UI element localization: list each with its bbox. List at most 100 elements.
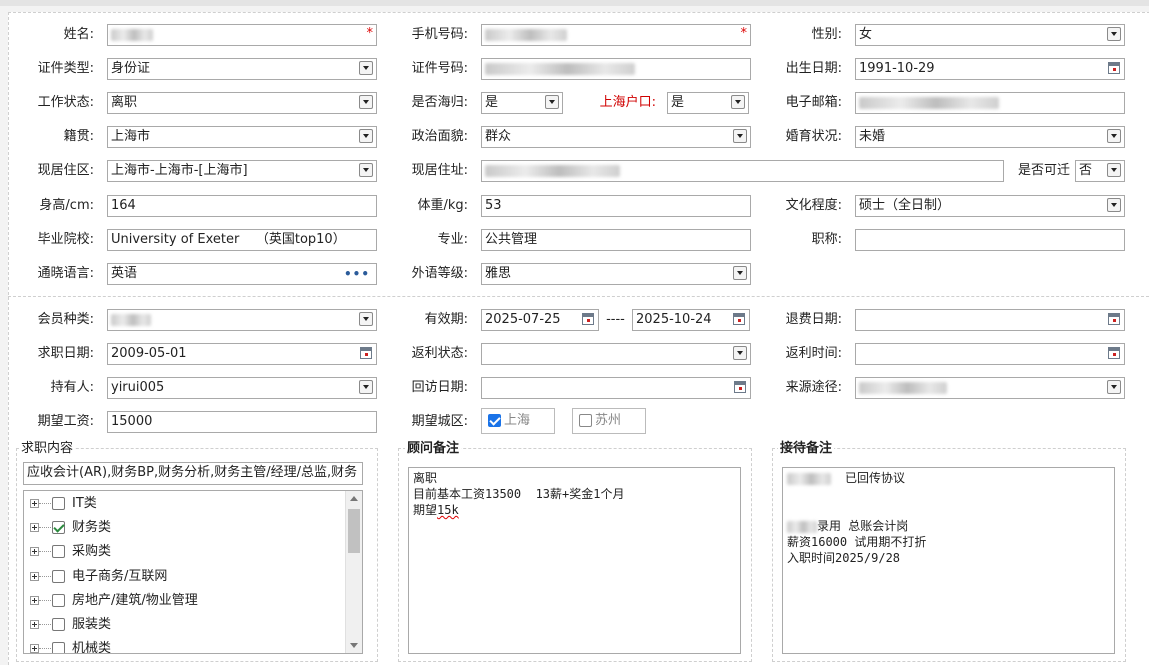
chevron-down-icon[interactable]: [359, 380, 373, 394]
education-label: 文化程度:: [785, 198, 842, 213]
expected-salary-field[interactable]: 15000: [107, 411, 377, 433]
valid-start-field[interactable]: 2025-07-25: [481, 309, 599, 331]
holder-select[interactable]: yirui005: [107, 377, 377, 399]
residence-area-select[interactable]: 上海市-上海市-[上海市]: [107, 160, 377, 182]
chevron-down-icon[interactable]: [1107, 198, 1121, 212]
chevron-down-icon[interactable]: [359, 61, 373, 75]
scroll-thumb[interactable]: [348, 509, 360, 553]
languages-field[interactable]: 英语 •••: [107, 263, 377, 285]
scroll-up-icon[interactable]: [350, 496, 358, 501]
reception-note-textarea[interactable]: 已回传协议 录用 总账会计岗 薪资16000 试用期不打折 入职时间2025/9/2…: [782, 467, 1115, 654]
returnee-select[interactable]: 是: [481, 92, 563, 114]
chevron-down-icon[interactable]: [359, 95, 373, 109]
relocate-select[interactable]: 否: [1075, 160, 1125, 182]
expand-icon[interactable]: [30, 523, 39, 532]
checkbox-icon[interactable]: [579, 414, 592, 427]
member-type-select[interactable]: [107, 309, 377, 331]
refund-date-field[interactable]: [855, 309, 1125, 331]
gender-select[interactable]: 女: [855, 24, 1125, 46]
source-select[interactable]: [855, 377, 1125, 399]
political-status-select[interactable]: 群众: [481, 126, 751, 148]
city-option-shanghai[interactable]: 上海: [481, 408, 555, 434]
job-category-tree[interactable]: IT类 财务类 采购类 电子商务/互联网 房地产/建筑/物业管理 服装类 机械类: [23, 490, 363, 654]
holder-label: 持有人:: [50, 380, 94, 395]
school-field[interactable]: University of Exeter （英国top10）: [107, 229, 377, 251]
chevron-down-icon[interactable]: [359, 163, 373, 177]
checkbox-icon[interactable]: [52, 618, 65, 631]
birth-date-field[interactable]: 1991-10-29: [855, 58, 1125, 80]
tree-scrollbar[interactable]: [345, 491, 362, 653]
checkbox-checked-icon[interactable]: [488, 414, 501, 427]
work-status-select[interactable]: 离职: [107, 92, 377, 114]
calendar-icon[interactable]: [1108, 313, 1120, 325]
id-type-label: 证件类型:: [37, 61, 94, 76]
email-field[interactable]: [855, 92, 1125, 114]
weight-field[interactable]: 53: [481, 195, 751, 217]
calendar-icon[interactable]: [1108, 347, 1120, 359]
checkbox-icon[interactable]: [52, 497, 65, 510]
language-level-select[interactable]: 雅思: [481, 263, 751, 285]
chevron-down-icon[interactable]: [731, 95, 745, 109]
calendar-icon[interactable]: [733, 313, 745, 325]
school-value: University of Exeter （英国top10）: [111, 232, 346, 247]
tree-item-label: 服装类: [72, 617, 112, 632]
id-type-select[interactable]: 身份证: [107, 58, 377, 80]
chevron-down-icon[interactable]: [359, 312, 373, 326]
holder-value: yirui005: [111, 380, 165, 395]
city-option-suzhou[interactable]: 苏州: [572, 408, 646, 434]
rebate-status-select[interactable]: [481, 343, 751, 365]
expand-icon[interactable]: [30, 596, 39, 605]
checkbox-icon[interactable]: [52, 642, 65, 653]
major-field[interactable]: 公共管理: [481, 229, 751, 251]
expand-icon[interactable]: [30, 547, 39, 556]
calendar-icon[interactable]: [582, 313, 594, 325]
title-field[interactable]: [855, 229, 1125, 251]
native-place-select[interactable]: 上海市: [107, 126, 377, 148]
reception-redacted: [787, 520, 817, 533]
address-field[interactable]: [481, 160, 1004, 182]
chevron-down-icon[interactable]: [1107, 27, 1121, 41]
calendar-icon[interactable]: [1108, 62, 1120, 74]
scroll-down-icon[interactable]: [350, 643, 358, 648]
rebate-time-field[interactable]: [855, 343, 1125, 365]
name-field[interactable]: *: [107, 24, 377, 46]
chevron-down-icon[interactable]: [733, 266, 747, 280]
chevron-down-icon[interactable]: [733, 346, 747, 360]
education-select[interactable]: 硕士（全日制）: [855, 195, 1125, 217]
checkbox-icon[interactable]: [52, 570, 65, 583]
reception-note-line: 录用 总账会计岗: [787, 518, 1110, 534]
chevron-down-icon[interactable]: [1107, 129, 1121, 143]
more-icon[interactable]: •••: [344, 264, 370, 284]
expand-icon[interactable]: [30, 620, 39, 629]
expand-icon[interactable]: [30, 644, 39, 653]
reception-note-line: 薪资16000 试用期不打折: [787, 535, 927, 549]
chevron-down-icon[interactable]: [359, 129, 373, 143]
valid-end-field[interactable]: 2025-10-24: [632, 309, 750, 331]
languages-value: 英语: [111, 266, 138, 281]
chevron-down-icon[interactable]: [545, 95, 559, 109]
advisor-note-textarea[interactable]: 离职 目前基本工资13500 13薪+奖金1个月 期望15k: [408, 467, 741, 654]
expand-icon[interactable]: [30, 499, 39, 508]
expected-salary-label: 期望工资:: [37, 414, 94, 429]
advisor-note-line: 期望15k: [413, 502, 736, 518]
checkbox-icon[interactable]: [52, 594, 65, 607]
checkbox-icon[interactable]: [52, 545, 65, 558]
phone-field[interactable]: *: [481, 24, 751, 46]
work-status-label: 工作状态:: [37, 95, 94, 110]
address-label: 现居住址:: [411, 163, 468, 178]
chevron-down-icon[interactable]: [1107, 163, 1121, 177]
calendar-icon[interactable]: [360, 347, 372, 359]
checkbox-checked-icon[interactable]: [52, 521, 65, 534]
height-field[interactable]: 164: [107, 195, 377, 217]
marital-status-select[interactable]: 未婚: [855, 126, 1125, 148]
political-status-value: 群众: [485, 129, 512, 144]
chevron-down-icon[interactable]: [1107, 380, 1121, 394]
job-seek-date-field[interactable]: 2009-05-01: [107, 343, 377, 365]
job-content-summary[interactable]: 应收会计(AR),财务BP,财务分析,财务主管/经理/总监,财务: [23, 462, 363, 485]
revisit-date-field[interactable]: [481, 377, 751, 399]
hukou-select[interactable]: 是: [667, 92, 749, 114]
id-number-field[interactable]: [481, 58, 751, 80]
chevron-down-icon[interactable]: [733, 129, 747, 143]
calendar-icon[interactable]: [734, 381, 746, 393]
expand-icon[interactable]: [30, 572, 39, 581]
